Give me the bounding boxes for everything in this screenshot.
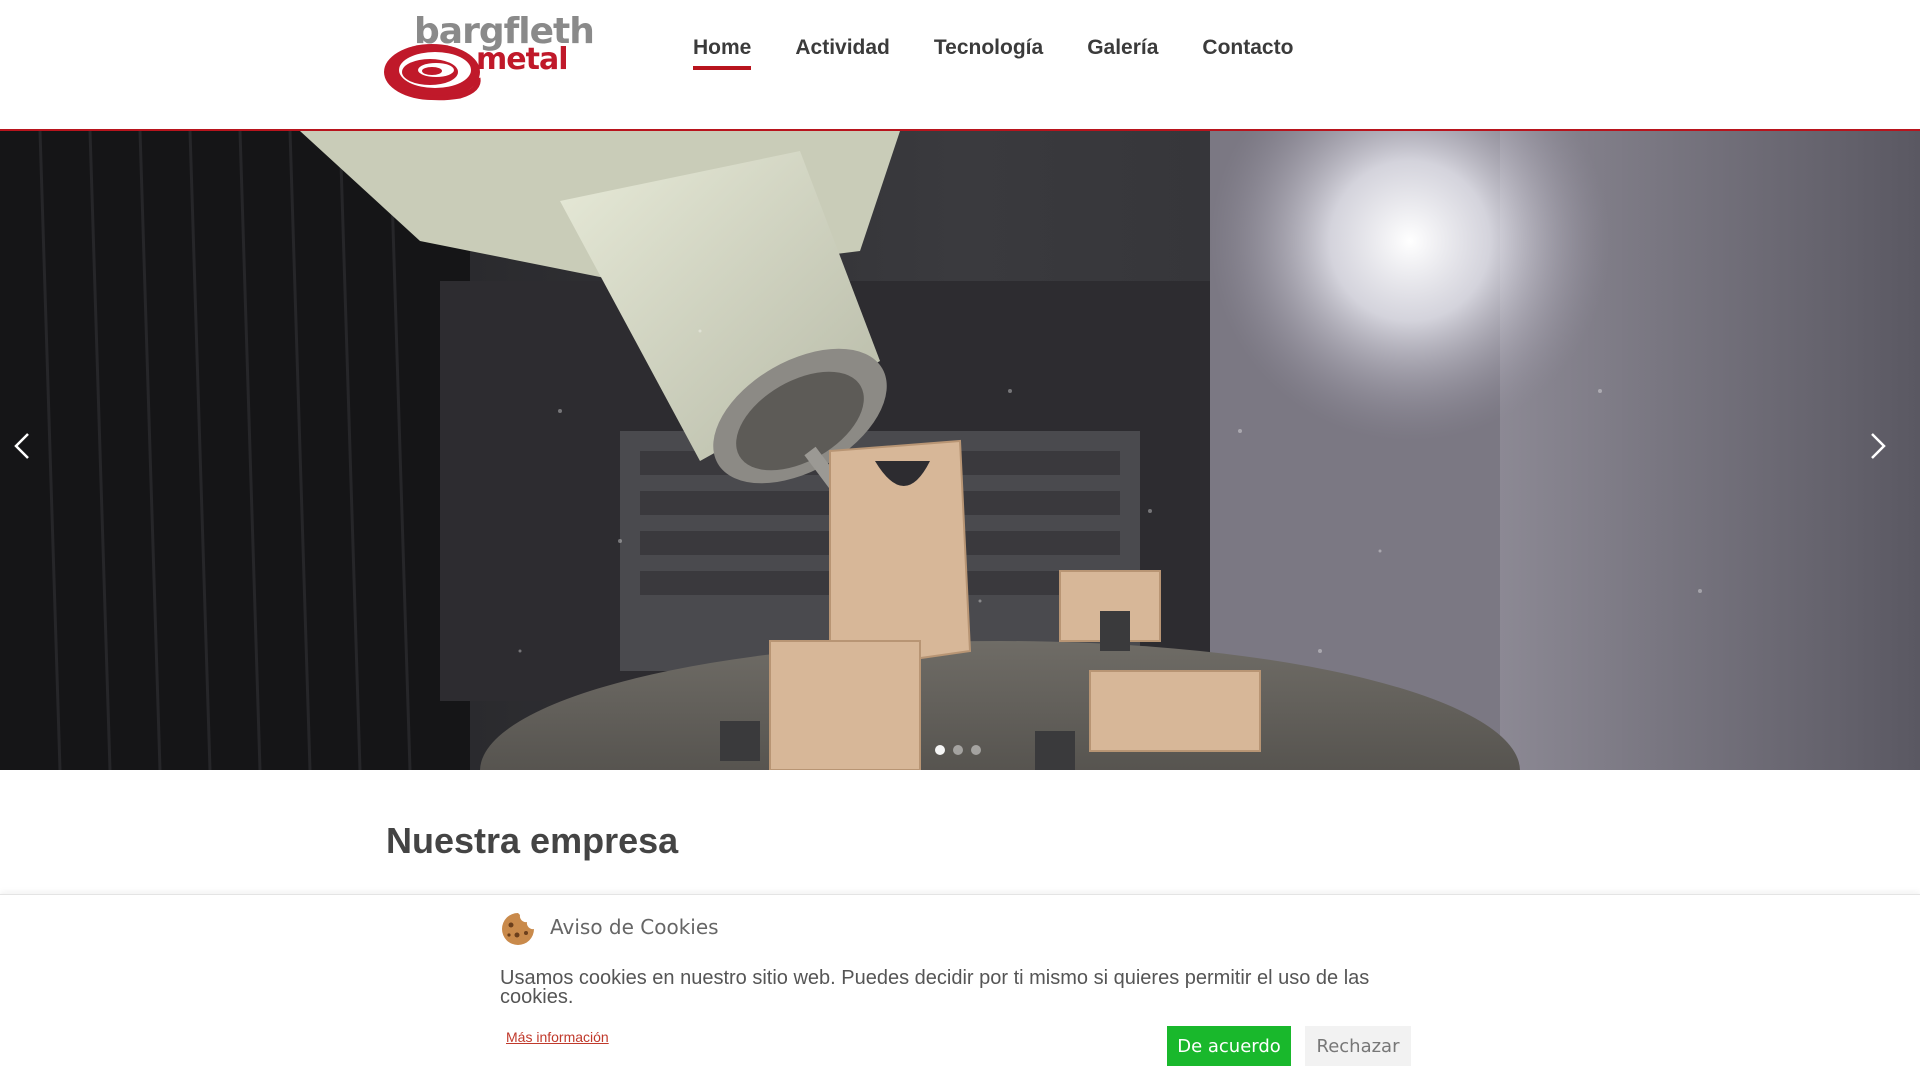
site-header: bargfleth metal Home Actividad Tecnologí…	[0, 0, 1920, 131]
slider-dots	[935, 745, 981, 755]
slider-dot-3[interactable]	[971, 745, 981, 755]
nav-item-tecnologia[interactable]: Tecnología	[934, 36, 1043, 66]
cookie-title: Aviso de Cookies	[550, 915, 719, 939]
nav-item-actividad[interactable]: Actividad	[795, 36, 890, 66]
hero-image-cnc-machining	[0, 131, 1920, 770]
nav-item-galeria[interactable]: Galería	[1087, 36, 1158, 66]
bargfleth-metal-logo[interactable]: bargfleth metal	[380, 14, 595, 106]
cookie-message: Usamos cookies en nuestro sitio web. Pue…	[500, 967, 1370, 1008]
logo-text-secondary: metal	[476, 42, 568, 77]
cookie-reject-button[interactable]: Rechazar	[1305, 1026, 1411, 1066]
cookie-more-info-link[interactable]: Más información	[506, 1029, 609, 1045]
cookie-accept-button[interactable]: De acuerdo	[1167, 1026, 1291, 1066]
slider-dot-2[interactable]	[953, 745, 963, 755]
main-navigation: Home Actividad Tecnología Galería Contac…	[693, 36, 1293, 70]
chevron-left-icon	[14, 433, 29, 459]
slider-dot-1[interactable]	[935, 745, 945, 755]
nav-item-contacto[interactable]: Contacto	[1202, 36, 1293, 66]
cookie-icon	[502, 913, 534, 945]
slider-next-arrow[interactable]	[1868, 431, 1908, 491]
hero-slider	[0, 131, 1920, 770]
cookie-banner: Aviso de Cookies Usamos cookies en nuest…	[0, 894, 1920, 1080]
section-title-nuestra-empresa: Nuestra empresa	[386, 820, 679, 861]
slider-prev-arrow[interactable]	[12, 431, 52, 491]
chevron-right-icon	[1871, 433, 1886, 459]
nav-item-home[interactable]: Home	[693, 36, 752, 70]
